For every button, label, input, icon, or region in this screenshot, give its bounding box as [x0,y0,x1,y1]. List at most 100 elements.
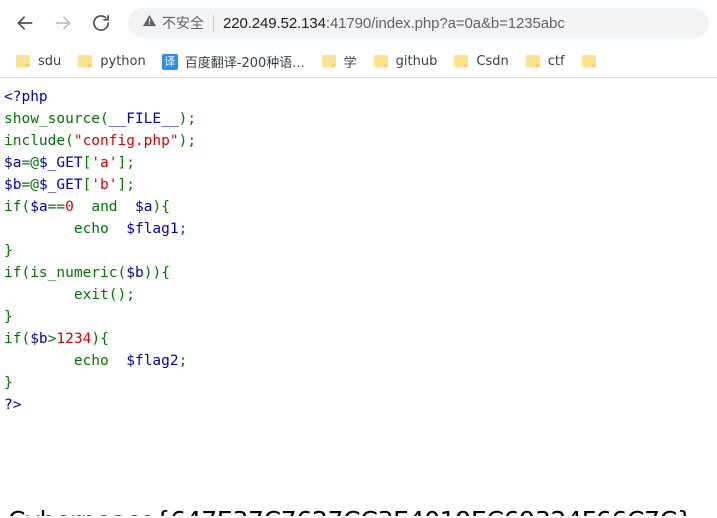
folder-icon [453,54,469,69]
code-token: ) [152,199,162,215]
address-bar[interactable]: 不安全 220.249.52.134:41790/index.php?a=0a&… [128,8,709,38]
bookmark-item[interactable] [574,50,604,74]
code-token: )) [143,265,162,281]
code-token: ?> [4,397,22,413]
code-token: show_source [4,111,101,127]
code-token: { [161,265,170,281]
browser-toolbar: 不安全 220.249.52.134:41790/index.php?a=0a&… [0,0,717,46]
code-token: ) [91,331,101,347]
code-token: } [4,375,13,391]
code-token: ] [117,177,127,193]
code-token: echo [73,353,109,369]
forward-button[interactable] [46,6,80,40]
code-token: 'a' [91,155,118,171]
url-text: 220.249.52.134:41790/index.php?a=0a&b=12… [223,15,565,32]
url-host: 220.249.52.134 [223,14,326,32]
code-token: ] [117,155,127,171]
bookmark-label: sdu [38,54,62,69]
page-content: <?php show_source(__FILE__); include("co… [0,78,717,516]
code-token: =@ [21,155,39,171]
bookmark-item[interactable]: github [366,50,445,74]
translate-icon: 译 [161,53,178,70]
folder-icon [321,54,337,69]
code-token: __FILE__ [108,111,179,127]
code-token: ( [21,199,31,215]
bookmark-label: github [395,54,438,69]
security-label: 不安全 [162,16,204,32]
bookmark-item[interactable]: 译百度翻译-200种语... [155,50,312,74]
code-token: ( [65,133,74,149]
warning-triangle-icon [142,13,157,33]
arrow-left-icon [15,13,35,33]
code-token: ( [117,265,127,281]
reload-icon [91,13,111,33]
code-token: is_numeric [30,265,118,281]
code-token: <?php [4,89,48,105]
code-token: ; [187,133,197,149]
code-token: if [4,331,22,347]
code-token: =@ [21,177,39,193]
code-token: () [108,287,127,303]
folder-icon [581,54,597,69]
bookmark-item[interactable]: Csdn [446,50,515,74]
browser-chrome: 不安全 220.249.52.134:41790/index.php?a=0a&… [0,0,717,78]
code-token: ( [21,265,31,281]
bookmark-item[interactable]: ctf [518,50,572,74]
code-token: $a [30,199,48,215]
code-token: } [4,243,13,259]
bookmark-item[interactable]: sdu [8,50,68,74]
code-token: $flag2 [126,353,179,369]
code-token: } [4,309,13,325]
code-token: "config.php" [73,133,179,149]
code-token: ; [178,221,188,237]
code-token: == [47,199,66,215]
code-token: 'b' [91,177,118,193]
bookmark-label: ctf [547,54,565,69]
php-source-code: <?php show_source(__FILE__); include("co… [0,78,717,416]
folder-icon [15,54,31,69]
security-status[interactable]: 不安全 [142,13,204,33]
code-token: ; [126,177,135,193]
folder-icon [77,54,93,69]
code-token: if [4,265,22,281]
bookmark-item[interactable]: 学 [314,50,364,74]
bookmark-label: Csdn [476,54,509,69]
code-token: and [91,199,118,215]
code-token: ; [187,111,197,127]
code-token: ; [126,287,135,303]
bookmark-label: 学 [343,56,357,71]
code-token: exit [73,287,109,303]
code-token: 1234 [56,331,92,347]
code-token: ; [126,155,135,171]
code-token: include [4,133,66,149]
reload-button[interactable] [84,6,118,40]
code-token: $b [126,265,144,281]
folder-icon [373,54,389,69]
code-token: ; [178,353,188,369]
code-token: { [100,331,109,347]
code-token: echo [73,221,109,237]
omnibox-separator [213,14,214,32]
code-token: $_GET [38,177,83,193]
code-token: { [161,199,170,215]
code-token: 0 [65,199,74,215]
code-token: $a [135,199,153,215]
flag-output: Cyberpeace{647E37C7627CC3E4019EC69324F66… [8,506,693,516]
bookmark-label: 百度翻译-200种语... [184,56,305,71]
code-token: ( [21,331,31,347]
code-token: $flag1 [126,221,179,237]
code-token: if [4,199,22,215]
folder-icon [525,54,541,69]
code-token: $b [4,177,22,193]
back-button[interactable] [8,6,42,40]
arrow-right-icon [53,13,73,33]
code-token: $a [4,155,22,171]
bookmark-label: python [100,54,146,69]
bookmark-item[interactable]: python [70,50,152,74]
code-token: $_GET [38,155,83,171]
